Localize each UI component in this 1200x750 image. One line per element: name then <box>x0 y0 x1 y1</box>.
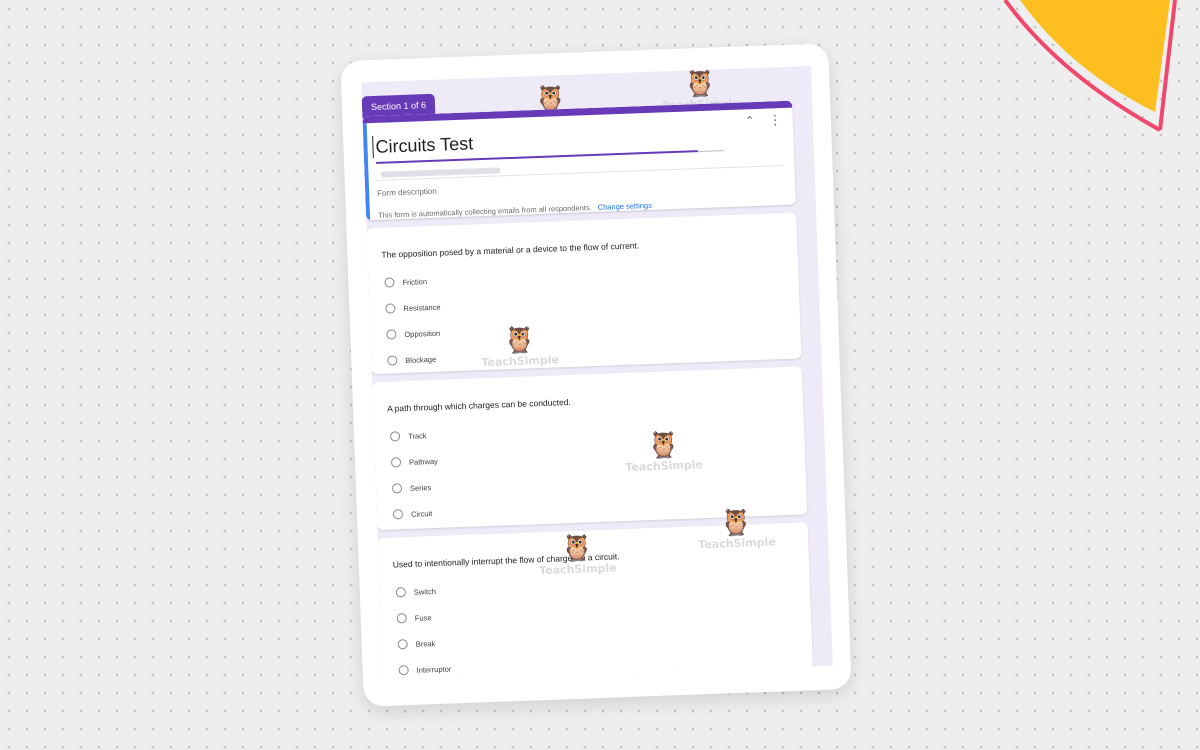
option-label: Fuse <box>414 612 432 623</box>
option-label: Break <box>415 638 436 649</box>
option-row[interactable]: Series <box>391 480 432 495</box>
option-row[interactable]: Interruptor <box>398 662 451 678</box>
radio-icon[interactable] <box>386 329 397 340</box>
radio-icon[interactable] <box>385 303 396 314</box>
option-label: Pathway <box>408 456 438 467</box>
email-collection-note: This form is automatically collecting em… <box>377 200 653 220</box>
form-screen: 🦉TeachSimple 🦉TeachSimple 🦉TeachSimple 🦉… <box>361 65 833 683</box>
change-settings-link[interactable]: Change settings <box>598 201 652 212</box>
question-card[interactable]: A path through which charges can be cond… <box>372 366 808 531</box>
radio-icon[interactable] <box>395 587 407 598</box>
radio-icon[interactable] <box>389 431 401 442</box>
option-label: Opposition <box>404 328 441 339</box>
radio-icon[interactable] <box>387 355 398 366</box>
question-card[interactable]: The opposition posed by a material or a … <box>366 212 802 375</box>
option-row[interactable]: Track <box>389 428 427 443</box>
focus-indicator <box>362 123 371 221</box>
option-row[interactable]: Pathway <box>390 454 438 470</box>
question-text: The opposition posed by a material or a … <box>381 240 640 260</box>
radio-icon[interactable] <box>391 483 403 494</box>
radio-icon[interactable] <box>390 457 402 468</box>
option-label: Blockage <box>405 354 437 365</box>
option-label: Friction <box>402 276 428 287</box>
description-placeholder: Form description <box>377 186 437 198</box>
question-card[interactable]: Used to intentionally interrupt the flow… <box>377 522 814 683</box>
option-label: Series <box>409 482 432 493</box>
text-cursor <box>372 136 374 159</box>
radio-icon[interactable] <box>397 639 408 650</box>
option-label: Track <box>407 430 427 441</box>
form-title-input[interactable]: Circuits Test <box>375 133 473 158</box>
option-row[interactable]: Circuit <box>392 506 433 521</box>
radio-icon[interactable] <box>398 665 409 676</box>
collapse-icon[interactable]: ⌃ <box>743 114 758 129</box>
option-row[interactable]: Blockage <box>387 352 436 368</box>
option-label: Interruptor <box>416 664 452 675</box>
question-text: Used to intentionally interrupt the flow… <box>392 551 620 570</box>
corner-decoration <box>980 0 1200 150</box>
option-row[interactable]: Break <box>397 636 435 651</box>
option-label: Resistance <box>403 302 441 313</box>
question-text: A path through which charges can be cond… <box>386 396 571 414</box>
option-row[interactable]: Resistance <box>385 300 441 316</box>
radio-icon[interactable] <box>384 277 395 288</box>
option-row[interactable]: Friction <box>384 274 427 290</box>
option-label: Circuit <box>410 508 433 519</box>
title-underline-rest <box>697 150 724 153</box>
more-vert-icon[interactable]: ⋮ <box>768 112 782 127</box>
form-header-card: Circuits Test ⌃ ⋮ Form description This … <box>362 100 796 221</box>
option-row[interactable]: Opposition <box>386 326 440 342</box>
option-label: Switch <box>413 586 437 597</box>
radio-icon[interactable] <box>396 613 407 624</box>
option-row[interactable]: Switch <box>395 584 437 599</box>
option-row[interactable]: Fuse <box>396 610 432 625</box>
radio-icon[interactable] <box>392 509 404 520</box>
tablet-frame: 🦉TeachSimple 🦉TeachSimple 🦉TeachSimple 🦉… <box>340 43 852 707</box>
